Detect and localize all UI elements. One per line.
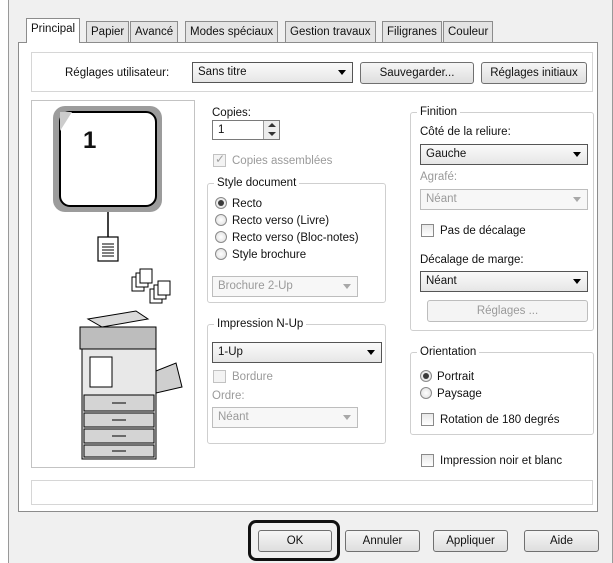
binding-label: Côté de la reliure: — [420, 126, 511, 138]
preview-page-number: 1 — [83, 127, 97, 154]
ok-button-highlight — [248, 520, 340, 561]
radio-paysage-label: Paysage — [437, 388, 482, 400]
radio-style-brochure[interactable] — [215, 248, 227, 260]
chevron-down-icon — [343, 284, 351, 289]
chevron-down-icon — [367, 350, 375, 355]
no-offset-checkbox[interactable] — [421, 224, 434, 237]
stepper-arrows-icon[interactable] — [263, 121, 279, 139]
binding-select[interactable]: Gauche — [420, 144, 588, 165]
copies-label: Copies: — [212, 107, 251, 119]
chevron-down-icon — [343, 415, 351, 420]
collate-label: Copies assemblées — [232, 155, 333, 167]
bw-print-label: Impression noir et blanc — [440, 455, 563, 467]
tab-couleur[interactable]: Couleur — [443, 21, 494, 42]
chevron-down-icon — [573, 197, 581, 202]
no-offset-label: Pas de décalage — [440, 225, 526, 237]
tab-modes-speciaux[interactable]: Modes spéciaux — [185, 21, 279, 42]
reset-settings-button[interactable]: Réglages initiaux — [481, 62, 587, 84]
tab-gestion-travaux[interactable]: Gestion travaux — [285, 21, 376, 42]
user-settings-label: Réglages utilisateur: — [65, 67, 170, 79]
tab-principal[interactable]: Principal — [26, 18, 81, 43]
radio-recto[interactable] — [215, 197, 227, 209]
rotate-180-label: Rotation de 180 degrés — [440, 414, 560, 426]
finishing-legend: Finition — [417, 105, 461, 119]
staple-label: Agrafé: — [420, 171, 458, 183]
preview-panel — [31, 100, 195, 468]
nup-legend: Impression N-Up — [214, 317, 307, 331]
rotate-180-checkbox[interactable] — [421, 413, 434, 426]
border-label: Bordure — [232, 371, 273, 383]
radio-recto-verso-bloc-notes[interactable] — [215, 231, 227, 243]
radio-recto-label: Recto — [232, 198, 263, 210]
order-select[interactable]: Néant — [212, 407, 358, 428]
brochure-select[interactable]: Brochure 2-Up — [212, 276, 358, 297]
apply-button[interactable]: Appliquer — [433, 530, 508, 552]
document-style-legend: Style document — [214, 176, 300, 190]
chevron-down-icon — [573, 279, 581, 284]
collated-copies-icon — [131, 268, 171, 304]
radio-style-brochure-label: Style brochure — [232, 249, 307, 261]
copies-stepper[interactable]: 1 — [212, 120, 280, 140]
cancel-button[interactable]: Annuler — [345, 530, 420, 552]
check-icon: ✓ — [215, 152, 226, 166]
tab-avance[interactable]: Avancé — [130, 21, 179, 42]
tab-filigranes[interactable]: Filigranes — [382, 21, 442, 42]
status-strip — [31, 480, 593, 505]
staple-select[interactable]: Néant — [420, 189, 588, 210]
margin-shift-select[interactable]: Néant — [420, 271, 588, 292]
radio-portrait-label: Portrait — [437, 371, 475, 383]
bw-print-checkbox[interactable] — [421, 454, 434, 467]
margin-shift-label: Décalage de marge: — [420, 254, 524, 266]
copier-icon — [79, 310, 183, 460]
finishing-settings-button[interactable]: Réglages ... — [427, 300, 588, 322]
help-button[interactable]: Aide — [524, 530, 599, 552]
radio-recto-verso-livre[interactable] — [215, 214, 227, 226]
radio-paysage[interactable] — [420, 387, 432, 399]
user-settings-select[interactable]: Sans titre — [192, 62, 353, 83]
border-checkbox[interactable] — [213, 370, 226, 383]
chevron-down-icon — [338, 70, 346, 75]
preview-illustration — [53, 106, 183, 460]
collate-checkbox[interactable]: ✓ — [213, 152, 226, 167]
radio-recto-verso-bloc-notes-label: Recto verso (Bloc-notes) — [232, 232, 359, 244]
tab-papier[interactable]: Papier — [86, 21, 130, 42]
chevron-down-icon — [573, 152, 581, 157]
radio-portrait[interactable] — [420, 370, 432, 382]
document-icon — [97, 236, 119, 262]
orientation-legend: Orientation — [417, 345, 480, 359]
save-settings-button[interactable]: Sauvegarder... — [360, 62, 474, 84]
radio-recto-verso-livre-label: Recto verso (Livre) — [232, 215, 330, 227]
nup-select[interactable]: 1-Up — [212, 342, 382, 363]
order-label: Ordre: — [212, 390, 245, 402]
